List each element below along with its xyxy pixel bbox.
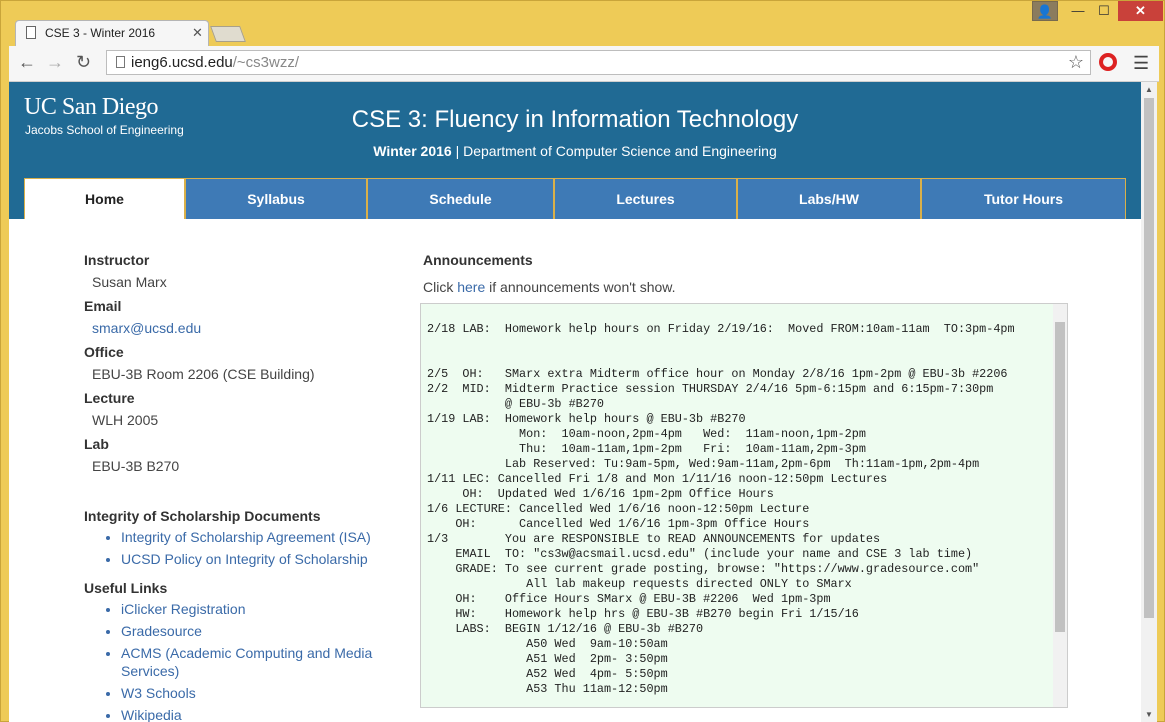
url-text[interactable]: ieng6.ucsd.edu/~cs3wzz/ xyxy=(131,54,299,71)
lecture-value: WLH 2005 xyxy=(92,412,159,428)
link-isa[interactable]: Integrity of Scholarship Agreement (ISA) xyxy=(121,528,404,546)
link-acms[interactable]: ACMS (Academic Computing and Media Servi… xyxy=(121,644,404,680)
lab-label: Lab xyxy=(84,436,109,452)
term: Winter 2016 xyxy=(373,143,452,159)
page-subtitle: Winter 2016 | Department of Computer Sci… xyxy=(9,143,1141,159)
maximize-button[interactable]: ☐ xyxy=(1091,1,1117,21)
lecture-label: Lecture xyxy=(84,390,135,406)
link-gradesource[interactable]: Gradesource xyxy=(121,622,404,640)
link-ucsd-policy[interactable]: UCSD Policy on Integrity of Scholarship xyxy=(121,550,404,568)
tab-syllabus[interactable]: Syllabus xyxy=(185,178,367,219)
announcements-heading: Announcements xyxy=(423,252,533,268)
page-scrollbar[interactable]: ▲ ▼ xyxy=(1141,82,1157,722)
useful-links-title: Useful Links xyxy=(84,580,168,596)
link-w3schools[interactable]: W3 Schools xyxy=(121,684,404,702)
instructor-name: Susan Marx xyxy=(92,274,167,290)
reload-icon[interactable]: ↻ xyxy=(76,52,91,73)
announcements-text: 2/18 LAB: Homework help hours on Friday … xyxy=(427,322,1015,696)
tab-schedule[interactable]: Schedule xyxy=(367,178,554,219)
url-path: /~cs3wzz/ xyxy=(232,54,300,71)
tab-lectures[interactable]: Lectures xyxy=(554,178,737,219)
browser-window: CSE 3 - Winter 2016 ✕ 👤 — ☐ ✕ ← → ↻ ieng… xyxy=(0,0,1165,722)
back-icon[interactable]: ← xyxy=(18,52,36,73)
minimize-button[interactable]: — xyxy=(1065,1,1091,21)
announcements-section: Announcements Click here if announcement… xyxy=(420,252,1073,708)
department: | Department of Computer Science and Eng… xyxy=(455,143,777,159)
user-icon[interactable]: 👤 xyxy=(1032,1,1058,21)
page-icon xyxy=(116,56,125,68)
note-suffix: if announcements won't show. xyxy=(485,279,676,295)
page-viewport: UC San Diego Jacobs School of Engineerin… xyxy=(9,82,1141,722)
page-title: CSE 3: Fluency in Information Technology xyxy=(351,106,799,133)
menu-icon[interactable]: ☰ xyxy=(1133,53,1149,74)
forward-icon[interactable]: → xyxy=(46,52,64,73)
new-tab-button[interactable] xyxy=(210,26,246,42)
announcements-box[interactable]: 2/18 LAB: Homework help hours on Friday … xyxy=(420,303,1068,708)
integrity-links: Integrity of Scholarship Agreement (ISA)… xyxy=(84,528,404,568)
sidebar: Instructor Susan Marx Email smarx@ucsd.e… xyxy=(84,252,404,722)
link-wikipedia[interactable]: Wikipedia xyxy=(121,706,404,722)
email-label: Email xyxy=(84,298,122,314)
instructor-label: Instructor xyxy=(84,252,150,268)
page-scroll-thumb[interactable] xyxy=(1144,98,1154,618)
browser-toolbar: ← → ↻ ieng6.ucsd.edu/~cs3wzz/ ☆ ☰ xyxy=(9,46,1159,82)
doc-icon xyxy=(26,26,36,39)
close-window-button[interactable]: ✕ xyxy=(1118,1,1163,21)
note-prefix: Click xyxy=(423,279,458,295)
tab-home[interactable]: Home xyxy=(24,178,185,219)
lab-value: EBU-3B B270 xyxy=(92,458,180,474)
tab-title: CSE 3 - Winter 2016 xyxy=(45,26,156,40)
email-link[interactable]: smarx@ucsd.edu xyxy=(92,320,404,336)
opera-icon[interactable] xyxy=(1099,53,1117,71)
tab-labs-hw[interactable]: Labs/HW xyxy=(737,178,921,219)
useful-links: iClicker Registration Gradesource ACMS (… xyxy=(84,600,404,722)
tab-tutor-hours[interactable]: Tutor Hours xyxy=(921,178,1126,219)
announcements-scroll-thumb[interactable] xyxy=(1055,322,1065,632)
announcements-note: Click here if announcements won't show. xyxy=(423,279,1073,295)
browser-tab[interactable]: CSE 3 - Winter 2016 ✕ xyxy=(15,20,209,46)
office-value: EBU-3B Room 2206 (CSE Building) xyxy=(92,366,315,382)
scroll-down-icon[interactable]: ▼ xyxy=(1145,710,1153,719)
url-host: ieng6.ucsd.edu xyxy=(131,54,233,71)
site-header: UC San Diego Jacobs School of Engineerin… xyxy=(9,82,1141,178)
integrity-title: Integrity of Scholarship Documents xyxy=(84,508,321,524)
announcements-scrollbar[interactable] xyxy=(1053,304,1067,707)
office-label: Office xyxy=(84,344,124,360)
address-bar[interactable]: ieng6.ucsd.edu/~cs3wzz/ ☆ xyxy=(106,50,1091,75)
scroll-up-icon[interactable]: ▲ xyxy=(1145,85,1153,94)
close-icon[interactable]: ✕ xyxy=(192,25,203,41)
here-link[interactable]: here xyxy=(457,279,485,295)
star-icon[interactable]: ☆ xyxy=(1068,52,1084,73)
nav-tabs: Home Syllabus Schedule Lectures Labs/HW … xyxy=(9,178,1141,219)
link-iclicker[interactable]: iClicker Registration xyxy=(121,600,404,618)
